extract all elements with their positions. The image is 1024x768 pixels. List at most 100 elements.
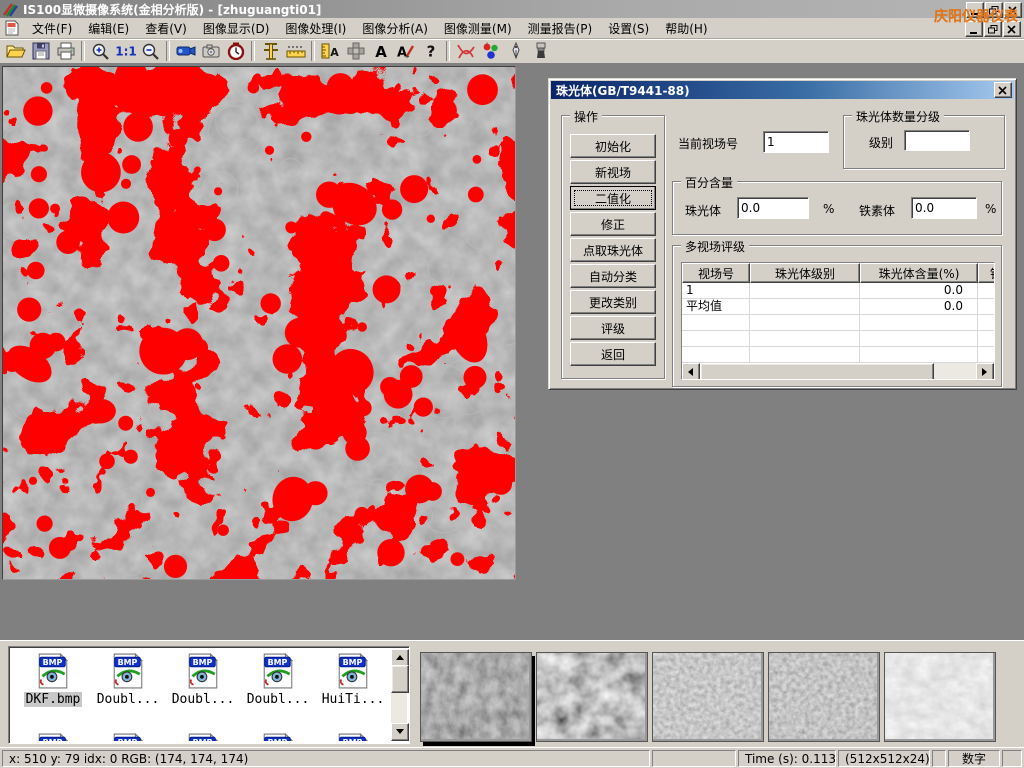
pearlite-percent-input[interactable] [737, 197, 809, 219]
current-field-input[interactable] [763, 131, 829, 153]
correct-button[interactable]: 修正 [570, 212, 656, 236]
toolbar-separator [251, 41, 255, 61]
mdi-workspace: 珠光体(GB/T9441-88) 操作 初始化 新视场 二值化 修正 点取珠光体… [0, 64, 1024, 640]
menu-image-analysis[interactable]: 图像分析(A) [354, 18, 436, 39]
menu-image-processing[interactable]: 图像处理(I) [277, 18, 354, 39]
scroll-down-icon[interactable] [391, 723, 409, 741]
col-field-no[interactable]: 视场号 [682, 263, 750, 283]
file-item[interactable]: DKF.bmp [17, 653, 89, 707]
menu-edit[interactable]: 编辑(E) [80, 18, 137, 39]
svg-text:1:1: 1:1 [116, 45, 136, 59]
file-item[interactable]: Doubl... [92, 653, 164, 707]
metallographic-image-canvas[interactable] [2, 66, 516, 580]
menu-bar: 文件(F) 编辑(E) 查看(V) 图像显示(D) 图像处理(I) 图像分析(A… [0, 18, 1024, 39]
save-icon[interactable] [28, 40, 53, 62]
table-row-empty [682, 347, 994, 363]
menu-settings[interactable]: 设置(S) [600, 18, 657, 39]
curve-tool-icon[interactable] [453, 40, 478, 62]
table-h-scrollbar[interactable] [682, 363, 994, 379]
menu-file[interactable]: 文件(F) [24, 18, 80, 39]
window-title: IS100显微摄像系统(金相分析版) - [zhuguangti01] [23, 1, 321, 18]
snapshot-icon[interactable] [198, 40, 223, 62]
toolbar-separator [166, 41, 170, 61]
col-ferrite[interactable]: 铁素体 [978, 263, 995, 283]
menu-help[interactable]: 帮助(H) [657, 18, 715, 39]
file-name[interactable]: HuiTi... [320, 692, 387, 707]
toolbar-separator [446, 41, 450, 61]
svg-text:?: ? [426, 43, 435, 59]
file-name[interactable]: Doubl... [170, 692, 237, 707]
menu-view[interactable]: 查看(V) [137, 18, 195, 39]
file-item[interactable]: Doubl... [242, 653, 314, 707]
scroll-left-icon[interactable] [682, 363, 700, 380]
open-icon[interactable] [3, 40, 28, 62]
grade-input[interactable] [904, 130, 970, 151]
file-item[interactable] [167, 733, 239, 741]
grade-label: 级别 [869, 134, 893, 151]
print-icon[interactable] [53, 40, 78, 62]
table-row[interactable]: 平均值 0.0 [682, 299, 994, 315]
table-row-empty [682, 331, 994, 347]
file-name[interactable]: Doubl... [95, 692, 162, 707]
grid-icon[interactable] [343, 40, 368, 62]
file-item[interactable] [17, 733, 89, 741]
annotate-icon[interactable]: A [393, 40, 418, 62]
init-button[interactable]: 初始化 [570, 134, 656, 158]
thumbnail-3[interactable] [652, 652, 764, 742]
col-pearlite-content[interactable]: 珠光体含量(%) [860, 263, 978, 283]
multifield-table[interactable]: 视场号 珠光体级别 珠光体含量(%) 铁素体 1 0.0 平均值 [681, 262, 995, 380]
measure-text-icon[interactable]: A [318, 40, 343, 62]
file-item[interactable] [92, 733, 164, 741]
return-button[interactable]: 返回 [570, 342, 656, 366]
table-row-empty [682, 315, 994, 331]
cursor-position-status: x: 510 y: 79 idx: 0 RGB: (174, 174, 174) [2, 750, 650, 767]
thumbnail-5[interactable] [884, 652, 996, 742]
thumbnail-4[interactable] [768, 652, 880, 742]
scroll-thumb[interactable] [391, 665, 409, 693]
ruler-icon[interactable] [283, 40, 308, 62]
zoom-in-icon[interactable] [88, 40, 113, 62]
brush-icon[interactable] [528, 40, 553, 62]
svg-text:A: A [330, 46, 339, 59]
percent-group-label: 百分含量 [681, 174, 737, 191]
help-icon[interactable]: ? [418, 40, 443, 62]
ferrite-percent-input[interactable] [911, 197, 977, 219]
pick-pearlite-button[interactable]: 点取珠光体 [570, 238, 656, 262]
file-item[interactable]: Doubl... [167, 653, 239, 707]
phase-markers-icon[interactable] [478, 40, 503, 62]
thumbnail-1[interactable] [420, 652, 532, 742]
file-browser[interactable]: DKF.bmp Doubl... Doubl... Doubl... HuiTi… [8, 646, 410, 744]
dialog-title-bar[interactable]: 珠光体(GB/T9441-88) [551, 81, 1014, 99]
title-bar: IS100显微摄像系统(金相分析版) - [zhuguangti01] [0, 0, 1024, 18]
thumbnail-2[interactable] [536, 652, 648, 742]
percent-sign: % [823, 202, 834, 216]
auto-classify-button[interactable]: 自动分类 [570, 264, 656, 288]
table-row[interactable]: 1 0.0 [682, 283, 994, 299]
file-list-scrollbar[interactable] [391, 649, 407, 741]
grade-button[interactable]: 评级 [570, 316, 656, 340]
change-class-button[interactable]: 更改类别 [570, 290, 656, 314]
col-pearlite-grade[interactable]: 珠光体级别 [750, 263, 860, 283]
time-status: Time (s): 0.113 [738, 750, 836, 767]
timer-icon[interactable] [223, 40, 248, 62]
file-item[interactable]: HuiTi... [317, 653, 389, 707]
menu-image-display[interactable]: 图像显示(D) [195, 18, 278, 39]
video-capture-icon[interactable] [173, 40, 198, 62]
text-icon[interactable]: A [368, 40, 393, 62]
file-name[interactable]: Doubl... [245, 692, 312, 707]
dialog-close-icon[interactable] [994, 82, 1012, 98]
zoom-out-icon[interactable] [138, 40, 163, 62]
file-name[interactable]: DKF.bmp [24, 692, 83, 707]
file-item[interactable] [317, 733, 389, 741]
scroll-thumb[interactable] [700, 363, 934, 380]
file-item[interactable] [242, 733, 314, 741]
scroll-right-icon[interactable] [976, 363, 994, 380]
binarize-button[interactable]: 二值化 [570, 186, 656, 210]
new-field-button[interactable]: 新视场 [570, 160, 656, 184]
caliper-icon[interactable] [258, 40, 283, 62]
menu-image-measure[interactable]: 图像测量(M) [436, 18, 520, 39]
menu-measure-report[interactable]: 测量报告(P) [520, 18, 601, 39]
actual-size-icon[interactable]: 1:1 [113, 40, 138, 62]
multifield-group-label: 多视场评级 [681, 238, 749, 255]
picker-icon[interactable] [503, 40, 528, 62]
